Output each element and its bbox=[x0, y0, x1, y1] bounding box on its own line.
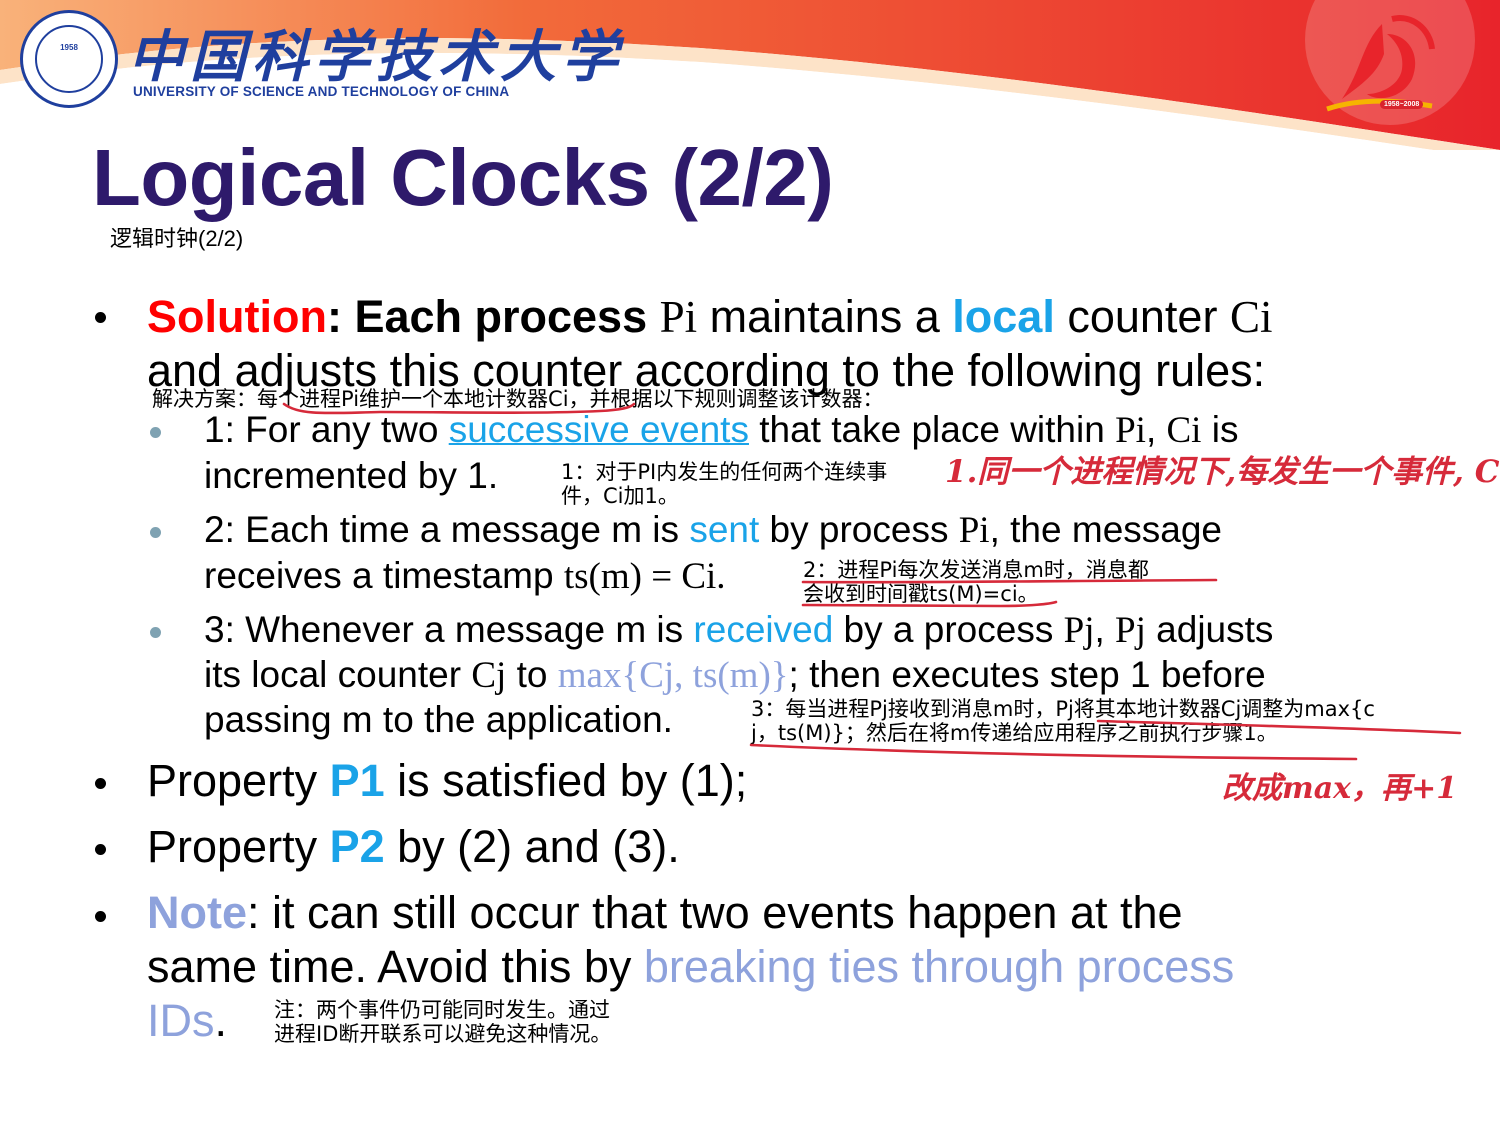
seal-year: 1958 bbox=[60, 43, 78, 52]
rule2-text-c: , the message bbox=[989, 509, 1222, 550]
rule1-text-c: is bbox=[1201, 409, 1239, 450]
solution-text-1c: counter bbox=[1054, 291, 1230, 342]
sub-bullet-dot bbox=[150, 627, 161, 638]
process-pj: Pj bbox=[1063, 610, 1095, 651]
note-text-line2: same time. Avoid this by bbox=[147, 941, 644, 992]
p1-keyword: P1 bbox=[329, 755, 385, 806]
bullet-dot bbox=[95, 312, 106, 323]
slide-title: Logical Clocks (2/2) bbox=[92, 133, 834, 222]
solution-text-1a: : Each process bbox=[326, 291, 660, 342]
counter-cj: Cj bbox=[471, 655, 507, 696]
solution-line-1: Solution: Each process Pi maintains a lo… bbox=[147, 294, 1272, 340]
bullet-dot bbox=[95, 778, 106, 789]
rule3-text-line2b: to bbox=[506, 654, 558, 695]
successive-events-keyword: successive events bbox=[448, 409, 749, 450]
note-line-3: IDs. bbox=[147, 998, 227, 1043]
rule2-text-line2: receives a timestamp bbox=[204, 555, 564, 596]
rule1-translation-2: 件，Ci加1。 bbox=[561, 484, 679, 508]
process-pi: Pi bbox=[1115, 410, 1146, 451]
process-pi: Pi bbox=[659, 292, 698, 342]
rule3-text-b: by a process bbox=[833, 609, 1064, 650]
rule3-line-3: passing m to the application. bbox=[204, 699, 673, 740]
solution-text-1b: maintains a bbox=[697, 291, 953, 342]
rule3-comma: , bbox=[1094, 609, 1116, 650]
school-name-cn: 中国科学技术大学 bbox=[128, 24, 624, 90]
rule3-text-line2c: ; then executes step 1 before bbox=[788, 654, 1266, 695]
counter-ci: Ci bbox=[1229, 292, 1273, 342]
rule1-text-b: that take place within bbox=[748, 409, 1116, 450]
rule1-line-2: incremented by 1. bbox=[204, 455, 499, 496]
rule2-text-a: 2: Each time a message m is bbox=[204, 509, 690, 550]
max-formula: max{Cj, ts(m)} bbox=[557, 655, 789, 696]
bullet-dot bbox=[95, 911, 106, 922]
property1-text-b: is satisfied by (1); bbox=[384, 755, 748, 806]
university-seal-logo: 1958 bbox=[20, 10, 118, 108]
process-pi: Pi bbox=[958, 510, 990, 551]
rule2-line-1: 2: Each time a message m is sent by proc… bbox=[204, 511, 1222, 549]
local-keyword: local bbox=[952, 291, 1055, 342]
sent-keyword: sent bbox=[689, 509, 760, 550]
rule3-line-2: its local counter Cj to max{Cj, ts(m)}; … bbox=[204, 656, 1266, 694]
rule1-text-a: 1: For any two bbox=[204, 409, 449, 450]
school-name-en: UNIVERSITY OF SCIENCE AND TECHNOLOGY OF … bbox=[133, 84, 510, 99]
property2-text-a: Property bbox=[147, 821, 330, 872]
rule3-handwritten-note: 改成max，再+1 bbox=[1222, 771, 1458, 806]
rule1-line-1: 1: For any two successive events that ta… bbox=[204, 411, 1238, 449]
rule2-line-2: receives a timestamp ts(m) = Ci. bbox=[204, 557, 726, 595]
property2-text-b: by (2) and (3). bbox=[384, 821, 680, 872]
rule3-text-a: 3: Whenever a message m is bbox=[204, 609, 694, 650]
rule3-translation-2: j，ts(M)}；然后在将m传递给应用程序之前执行步骤1。 bbox=[751, 721, 1278, 745]
slide-title-cn: 逻辑时钟(2/2) bbox=[110, 226, 244, 251]
bullet-dot bbox=[95, 844, 106, 855]
process-pj: Pj bbox=[1115, 610, 1146, 651]
property-2-line: Property P2 by (2) and (3). bbox=[147, 824, 680, 869]
rule1-translation-1: 1：对于PI内发生的任何两个连续事 bbox=[561, 460, 888, 484]
received-keyword: received bbox=[693, 609, 834, 650]
ids-word: IDs bbox=[147, 995, 215, 1046]
note-text-a: : it can still occur that two events hap… bbox=[247, 887, 1183, 938]
property1-text-a: Property bbox=[147, 755, 330, 806]
sub-bullet-dot bbox=[150, 527, 161, 538]
note-line-2: same time. Avoid this by breaking ties t… bbox=[147, 944, 1234, 989]
timestamp-formula: ts(m) = Ci. bbox=[563, 556, 726, 597]
rule1-handwritten-note: 1.同一个进程情况下,每发生一个事件, Ci+1 bbox=[945, 454, 1500, 490]
note-translation-2: 进程ID断开联系可以避免这种情况。 bbox=[274, 1022, 612, 1046]
p2-keyword: P2 bbox=[329, 821, 385, 872]
note-period: . bbox=[214, 995, 228, 1046]
rule1-comma: , bbox=[1145, 409, 1167, 450]
sub-bullet-dot bbox=[150, 427, 161, 438]
rule2-translation-2: 会收到时间戳ts(M)=ci。 bbox=[803, 582, 1039, 606]
rule3-text-line2a: its local counter bbox=[204, 654, 472, 695]
note-translation-1: 注：两个事件仍可能同时发生。通过 bbox=[274, 998, 610, 1022]
rule3-text-c: adjusts bbox=[1145, 609, 1274, 650]
rule3-line-1: 3: Whenever a message m is received by a… bbox=[204, 611, 1273, 649]
property-1-line: Property P1 is satisfied by (1); bbox=[147, 758, 747, 803]
counter-ci: Ci bbox=[1166, 410, 1202, 451]
rule2-text-b: by process bbox=[759, 509, 959, 550]
anniversary-years-badge: 1958~2008 bbox=[1380, 100, 1424, 109]
anniversary-logo bbox=[1326, 15, 1435, 112]
note-label: Note bbox=[147, 887, 247, 938]
solution-translation: 解决方案：每个进程Pi维护一个本地计数器Ci，并根据以下规则调整该计数器： bbox=[152, 387, 884, 411]
breaking-ties-phrase: breaking ties through process bbox=[643, 941, 1235, 992]
note-line-1: Note: it can still occur that two events… bbox=[147, 890, 1183, 935]
rule2-translation-1: 2：进程Pi每次发送消息m时，消息都 bbox=[803, 558, 1149, 582]
ink-underline-rule3-2 bbox=[749, 743, 1358, 761]
rule3-translation-1: 3：每当进程Pj接收到消息m时，Pj将其本地计数器Cj调整为max{c bbox=[751, 697, 1375, 721]
solution-label: Solution bbox=[147, 291, 327, 342]
